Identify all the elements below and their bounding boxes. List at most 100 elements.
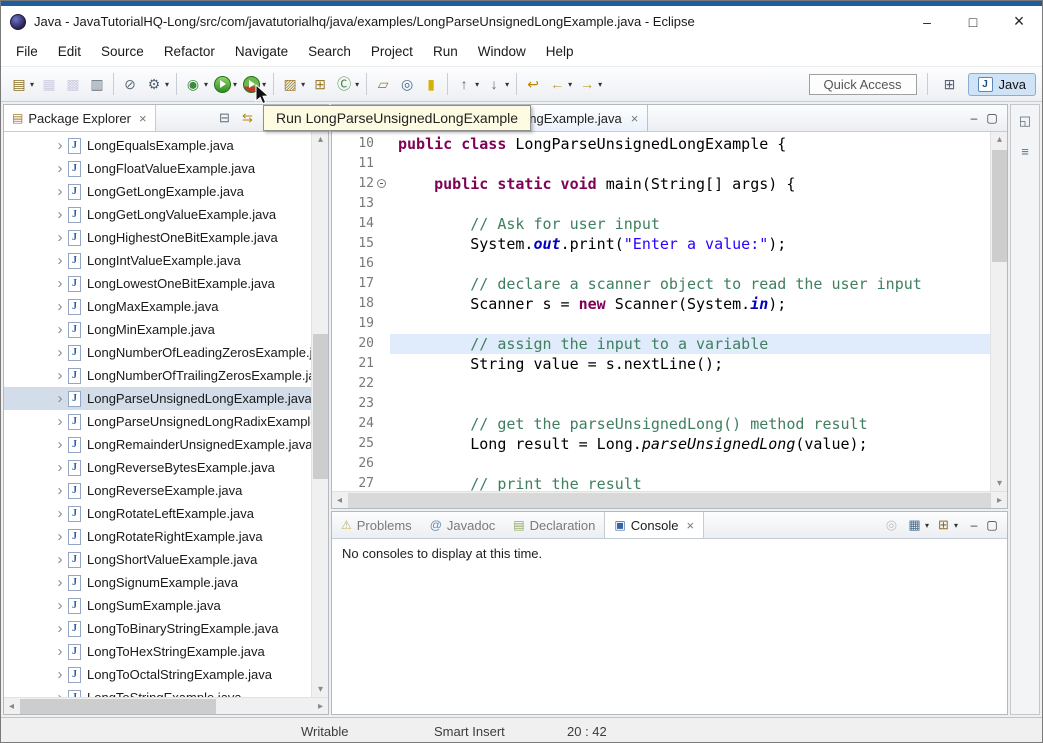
tree-chevron-icon[interactable]: › [52,599,68,613]
editor-hscroll-thumb[interactable] [348,493,991,508]
tree-chevron-icon[interactable]: › [52,668,68,682]
annotation-ruler[interactable] [332,134,344,154]
menu-help[interactable]: Help [536,40,584,63]
annotation-ruler[interactable] [332,174,344,194]
tree-item[interactable]: ›JLongGetLongValueExample.java [4,203,311,226]
code-text[interactable]: public static void main(String[] args) { [390,174,990,194]
tree-item[interactable]: ›JLongNumberOfTrailingZerosExample.java [4,364,311,387]
editor-hscroll[interactable]: ◂ ▸ [332,491,1007,508]
close-package-explorer-icon[interactable]: × [139,111,147,126]
annotation-ruler[interactable] [332,294,344,314]
back-button[interactable]: ←▾ [545,71,575,97]
menu-source[interactable]: Source [91,40,154,63]
annotation-ruler[interactable] [332,474,344,491]
outline-view-button[interactable]: ≡ [1017,140,1034,162]
scroll-left-icon[interactable]: ◂ [4,698,19,715]
code-text[interactable]: Long result = Long.parseUnsignedLong(val… [390,434,990,454]
tree-item[interactable]: ›JLongShortValueExample.java [4,548,311,571]
annotation-ruler[interactable] [332,434,344,454]
forward-button[interactable]: →▾ [575,71,605,97]
previous-annotation-button[interactable]: ↑▾ [452,71,482,97]
scroll-down-icon[interactable]: ▾ [312,682,328,697]
back-dropdown-icon[interactable]: ▾ [568,80,572,89]
forward-dropdown-icon[interactable]: ▾ [598,80,602,89]
search-button[interactable]: ◎ [395,71,419,97]
tree-item[interactable]: ›JLongFloatValueExample.java [4,157,311,180]
code-text[interactable] [390,374,990,394]
editor-vscroll[interactable]: ▴ ▾ [990,132,1007,491]
open-console-dropdown-icon[interactable]: ▾ [954,521,958,530]
annotation-ruler[interactable] [332,354,344,374]
annotation-ruler[interactable] [332,454,344,474]
restore-views-button[interactable]: ◱ [1017,110,1034,132]
menu-project[interactable]: Project [361,40,423,63]
explorer-vscroll[interactable]: ▴ ▾ [311,132,328,697]
debug-button[interactable]: ◉▾ [181,71,211,97]
tree-item[interactable]: ›JLongGetLongExample.java [4,180,311,203]
explorer-hscroll-thumb[interactable] [20,699,216,714]
tree-chevron-icon[interactable]: › [52,162,68,176]
new-wizard-button[interactable]: ▤▾ [7,71,37,97]
code-text[interactable] [390,454,990,474]
tab-declaration[interactable]: ▤Declaration [504,512,604,538]
tree-chevron-icon[interactable]: › [52,645,68,659]
open-perspective-button[interactable]: ⊞ [938,71,962,97]
external-tools-dropdown-icon[interactable]: ▾ [165,80,169,89]
annotation-ruler[interactable] [332,254,344,274]
annotation-ruler[interactable] [332,214,344,234]
tree-chevron-icon[interactable]: › [52,484,68,498]
annotation-ruler[interactable] [332,414,344,434]
open-console-button[interactable]: ⊞▾ [932,514,961,536]
minimize-console-icon[interactable]: – [965,518,983,532]
tree-item[interactable]: ›JLongRotateLeftExample.java [4,502,311,525]
code-text[interactable]: Scanner s = new Scanner(System.in); [390,294,990,314]
tree-item[interactable]: ›JLongReverseBytesExample.java [4,456,311,479]
tree-chevron-icon[interactable]: › [52,576,68,590]
tree-item[interactable]: ›JLongMaxExample.java [4,295,311,318]
code-text[interactable]: public class LongParseUnsignedLongExampl… [390,134,990,154]
tree-chevron-icon[interactable]: › [52,139,68,153]
run-dropdown-icon[interactable]: ▾ [233,80,237,89]
tree-item[interactable]: ›JLongToHexStringExample.java [4,640,311,663]
tab-console[interactable]: ▣Console× [604,512,704,538]
collapse-all-button[interactable]: ⊟ [213,107,236,129]
menu-file[interactable]: File [6,40,48,63]
minimize-window-button[interactable]: – [904,6,950,37]
annotation-ruler[interactable] [332,334,344,354]
tree-chevron-icon[interactable]: › [52,530,68,544]
tree-chevron-icon[interactable]: › [52,553,68,567]
new-java-project-dropdown-icon[interactable]: ▾ [301,80,305,89]
tree-item[interactable]: ›JLongSumExample.java [4,594,311,617]
debug-dropdown-icon[interactable]: ▾ [204,80,208,89]
tree-chevron-icon[interactable]: › [52,507,68,521]
tree-chevron-icon[interactable]: › [52,300,68,314]
tree-chevron-icon[interactable]: › [52,369,68,383]
menu-search[interactable]: Search [298,40,361,63]
annotation-ruler[interactable] [332,154,344,174]
menu-refactor[interactable]: Refactor [154,40,225,63]
link-with-editor-button[interactable]: ⇆ [236,107,259,129]
java-perspective-button[interactable]: J Java [968,73,1036,96]
scroll-up-icon[interactable]: ▴ [312,132,328,147]
new-wizard-dropdown-icon[interactable]: ▾ [30,80,34,89]
tree-item[interactable]: ›JLongLowestOneBitExample.java [4,272,311,295]
code-text[interactable]: // print the result [390,474,990,491]
tree-item[interactable]: ›JLongRemainderUnsignedExample.java [4,433,311,456]
new-java-project-button[interactable]: ▨▾ [278,71,308,97]
next-annotation-button[interactable]: ↓▾ [482,71,512,97]
tree-item[interactable]: ›JLongReverseExample.java [4,479,311,502]
tree-chevron-icon[interactable]: › [52,438,68,452]
pin-console-button[interactable]: ◎ [880,514,903,536]
fold-collapse-icon[interactable] [377,179,386,188]
tab-javadoc[interactable]: @Javadoc [421,512,505,538]
code-text[interactable]: // declare a scanner object to read the … [390,274,990,294]
tree-item[interactable]: ›JLongNumberOfLeadingZerosExample.java [4,341,311,364]
tree-item[interactable]: ›JLongRotateRightExample.java [4,525,311,548]
close-editor-tab-icon[interactable]: × [631,111,639,126]
tree-chevron-icon[interactable]: › [52,392,68,406]
tree-chevron-icon[interactable]: › [52,208,68,222]
tree-chevron-icon[interactable]: › [52,323,68,337]
tree-chevron-icon[interactable]: › [52,622,68,636]
annotation-ruler[interactable] [332,314,344,334]
mark-occurrences-button[interactable]: ▮ [419,71,443,97]
